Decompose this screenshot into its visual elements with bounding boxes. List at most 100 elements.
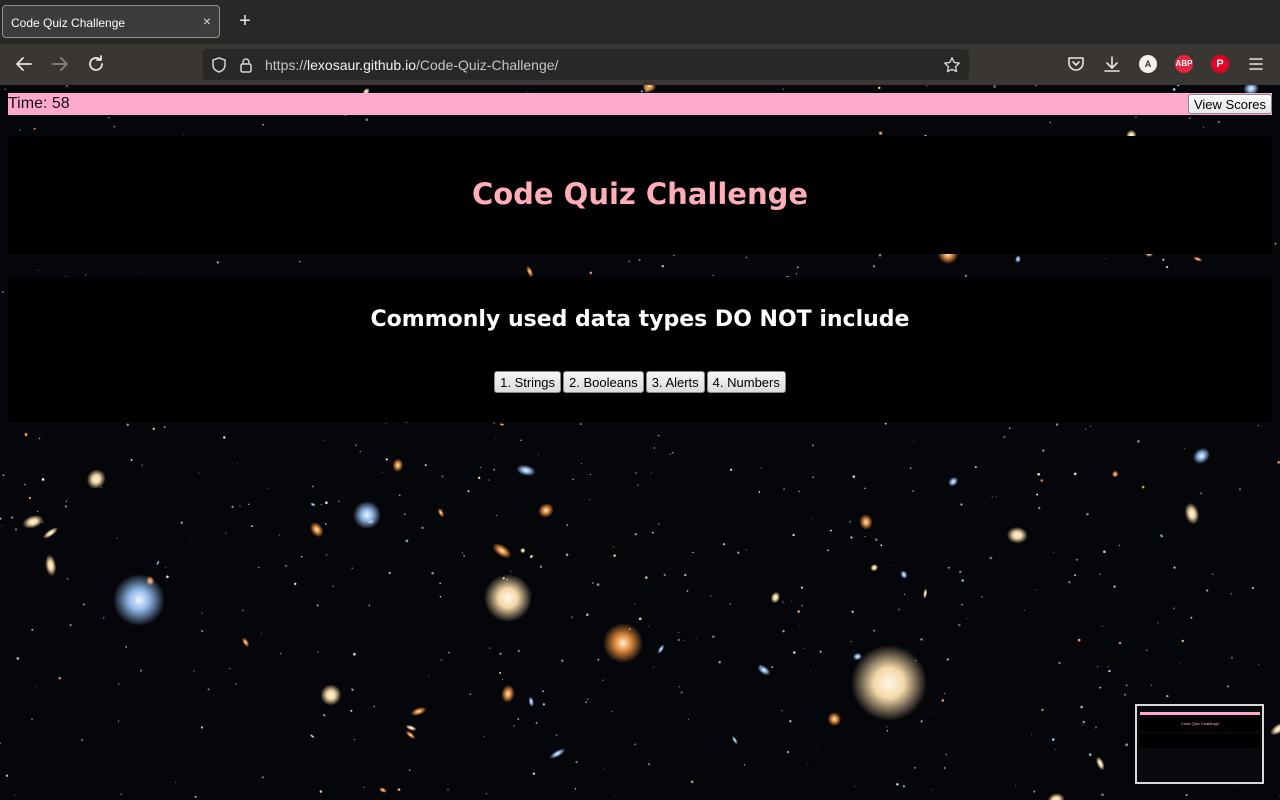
star — [440, 659, 443, 661]
star — [873, 629, 876, 632]
star — [634, 743, 637, 746]
tab-strip: Code Quiz Challenge × + — [0, 0, 1280, 44]
star — [1036, 493, 1039, 496]
galaxy — [310, 522, 324, 538]
back-arrow-icon[interactable] — [12, 52, 36, 76]
browser-window: Code Quiz Challenge × + https://lexosaur… — [0, 0, 1280, 800]
star — [680, 691, 683, 694]
star — [189, 540, 191, 542]
forward-arrow-icon[interactable] — [48, 52, 72, 76]
star — [0, 517, 2, 520]
star — [317, 651, 319, 653]
star — [960, 503, 963, 506]
star — [1141, 485, 1145, 489]
lock-icon[interactable] — [237, 56, 255, 74]
star — [242, 609, 244, 612]
star — [611, 711, 613, 713]
shield-icon[interactable] — [210, 56, 228, 74]
star — [37, 510, 39, 512]
star — [5, 774, 9, 777]
star — [260, 632, 262, 634]
star — [614, 795, 616, 796]
star — [849, 520, 852, 523]
star — [15, 528, 17, 531]
reload-icon[interactable] — [84, 52, 108, 76]
star — [926, 85, 928, 87]
star — [902, 785, 906, 788]
star — [496, 514, 498, 517]
star — [385, 458, 388, 461]
star — [943, 766, 946, 770]
star — [575, 760, 578, 764]
star — [850, 536, 853, 539]
answer-button-numbers[interactable]: 4. Numbers — [706, 371, 786, 393]
star — [898, 608, 901, 611]
plus-icon[interactable]: + — [234, 10, 256, 32]
star — [1251, 586, 1254, 590]
star — [284, 564, 288, 568]
star — [803, 647, 805, 649]
galaxy — [392, 458, 404, 472]
star — [1003, 435, 1006, 439]
galaxy — [1015, 255, 1021, 263]
star — [140, 669, 143, 672]
star — [513, 724, 515, 727]
star — [1055, 423, 1059, 426]
star — [760, 466, 762, 469]
star — [854, 785, 856, 787]
star — [669, 453, 671, 456]
star — [175, 781, 177, 783]
window-preview-thumbnail[interactable]: Code Quiz Challenge — [1135, 704, 1264, 784]
star — [574, 788, 577, 790]
view-scores-button[interactable]: View Scores — [1187, 94, 1272, 114]
star — [1172, 88, 1176, 91]
answer-button-strings[interactable]: 1. Strings — [494, 371, 562, 393]
url-text[interactable]: https://lexosaur.github.io/Code-Quiz-Cha… — [265, 57, 558, 73]
star — [1113, 585, 1116, 588]
preview-title: Code Quiz Challenge — [1180, 721, 1220, 726]
star — [886, 726, 888, 728]
star — [130, 458, 133, 461]
star — [493, 421, 496, 425]
star — [510, 570, 512, 572]
download-icon[interactable] — [1102, 54, 1122, 74]
pinterest-icon[interactable]: P — [1211, 55, 1229, 73]
answer-button-alerts[interactable]: 3. Alerts — [645, 371, 705, 393]
star — [677, 638, 681, 642]
star — [1184, 448, 1186, 450]
star — [485, 792, 488, 795]
star — [651, 531, 654, 534]
star — [789, 719, 792, 723]
star — [1145, 649, 1148, 652]
answer-button-booleans[interactable]: 2. Booleans — [563, 371, 644, 393]
account-icon[interactable]: A — [1139, 55, 1157, 73]
star — [16, 657, 20, 660]
star — [338, 500, 340, 503]
star — [355, 444, 358, 447]
star — [722, 543, 726, 546]
star — [137, 271, 139, 273]
page-title: Code Quiz Challenge — [471, 177, 809, 211]
preview-timer-bar — [1140, 712, 1260, 715]
star — [810, 670, 811, 672]
hamburger-menu-icon[interactable] — [1246, 54, 1266, 74]
galaxy — [1111, 470, 1119, 478]
tab-code-quiz[interactable]: Code Quiz Challenge × — [2, 5, 220, 38]
star — [1042, 449, 1045, 452]
star — [351, 567, 354, 570]
star — [912, 489, 915, 493]
star — [1238, 488, 1242, 491]
star — [31, 628, 34, 631]
pocket-icon[interactable] — [1066, 54, 1086, 74]
star — [592, 582, 594, 584]
star — [2, 291, 4, 293]
close-icon[interactable]: × — [203, 13, 211, 29]
star — [684, 573, 687, 577]
star — [1160, 535, 1163, 538]
url-bar[interactable]: https://lexosaur.github.io/Code-Quiz-Cha… — [203, 49, 969, 80]
galaxy — [538, 503, 554, 518]
star — [896, 783, 899, 786]
adblock-icon[interactable]: ABP — [1175, 55, 1193, 73]
star-icon[interactable] — [943, 56, 961, 74]
galaxy — [405, 730, 416, 740]
